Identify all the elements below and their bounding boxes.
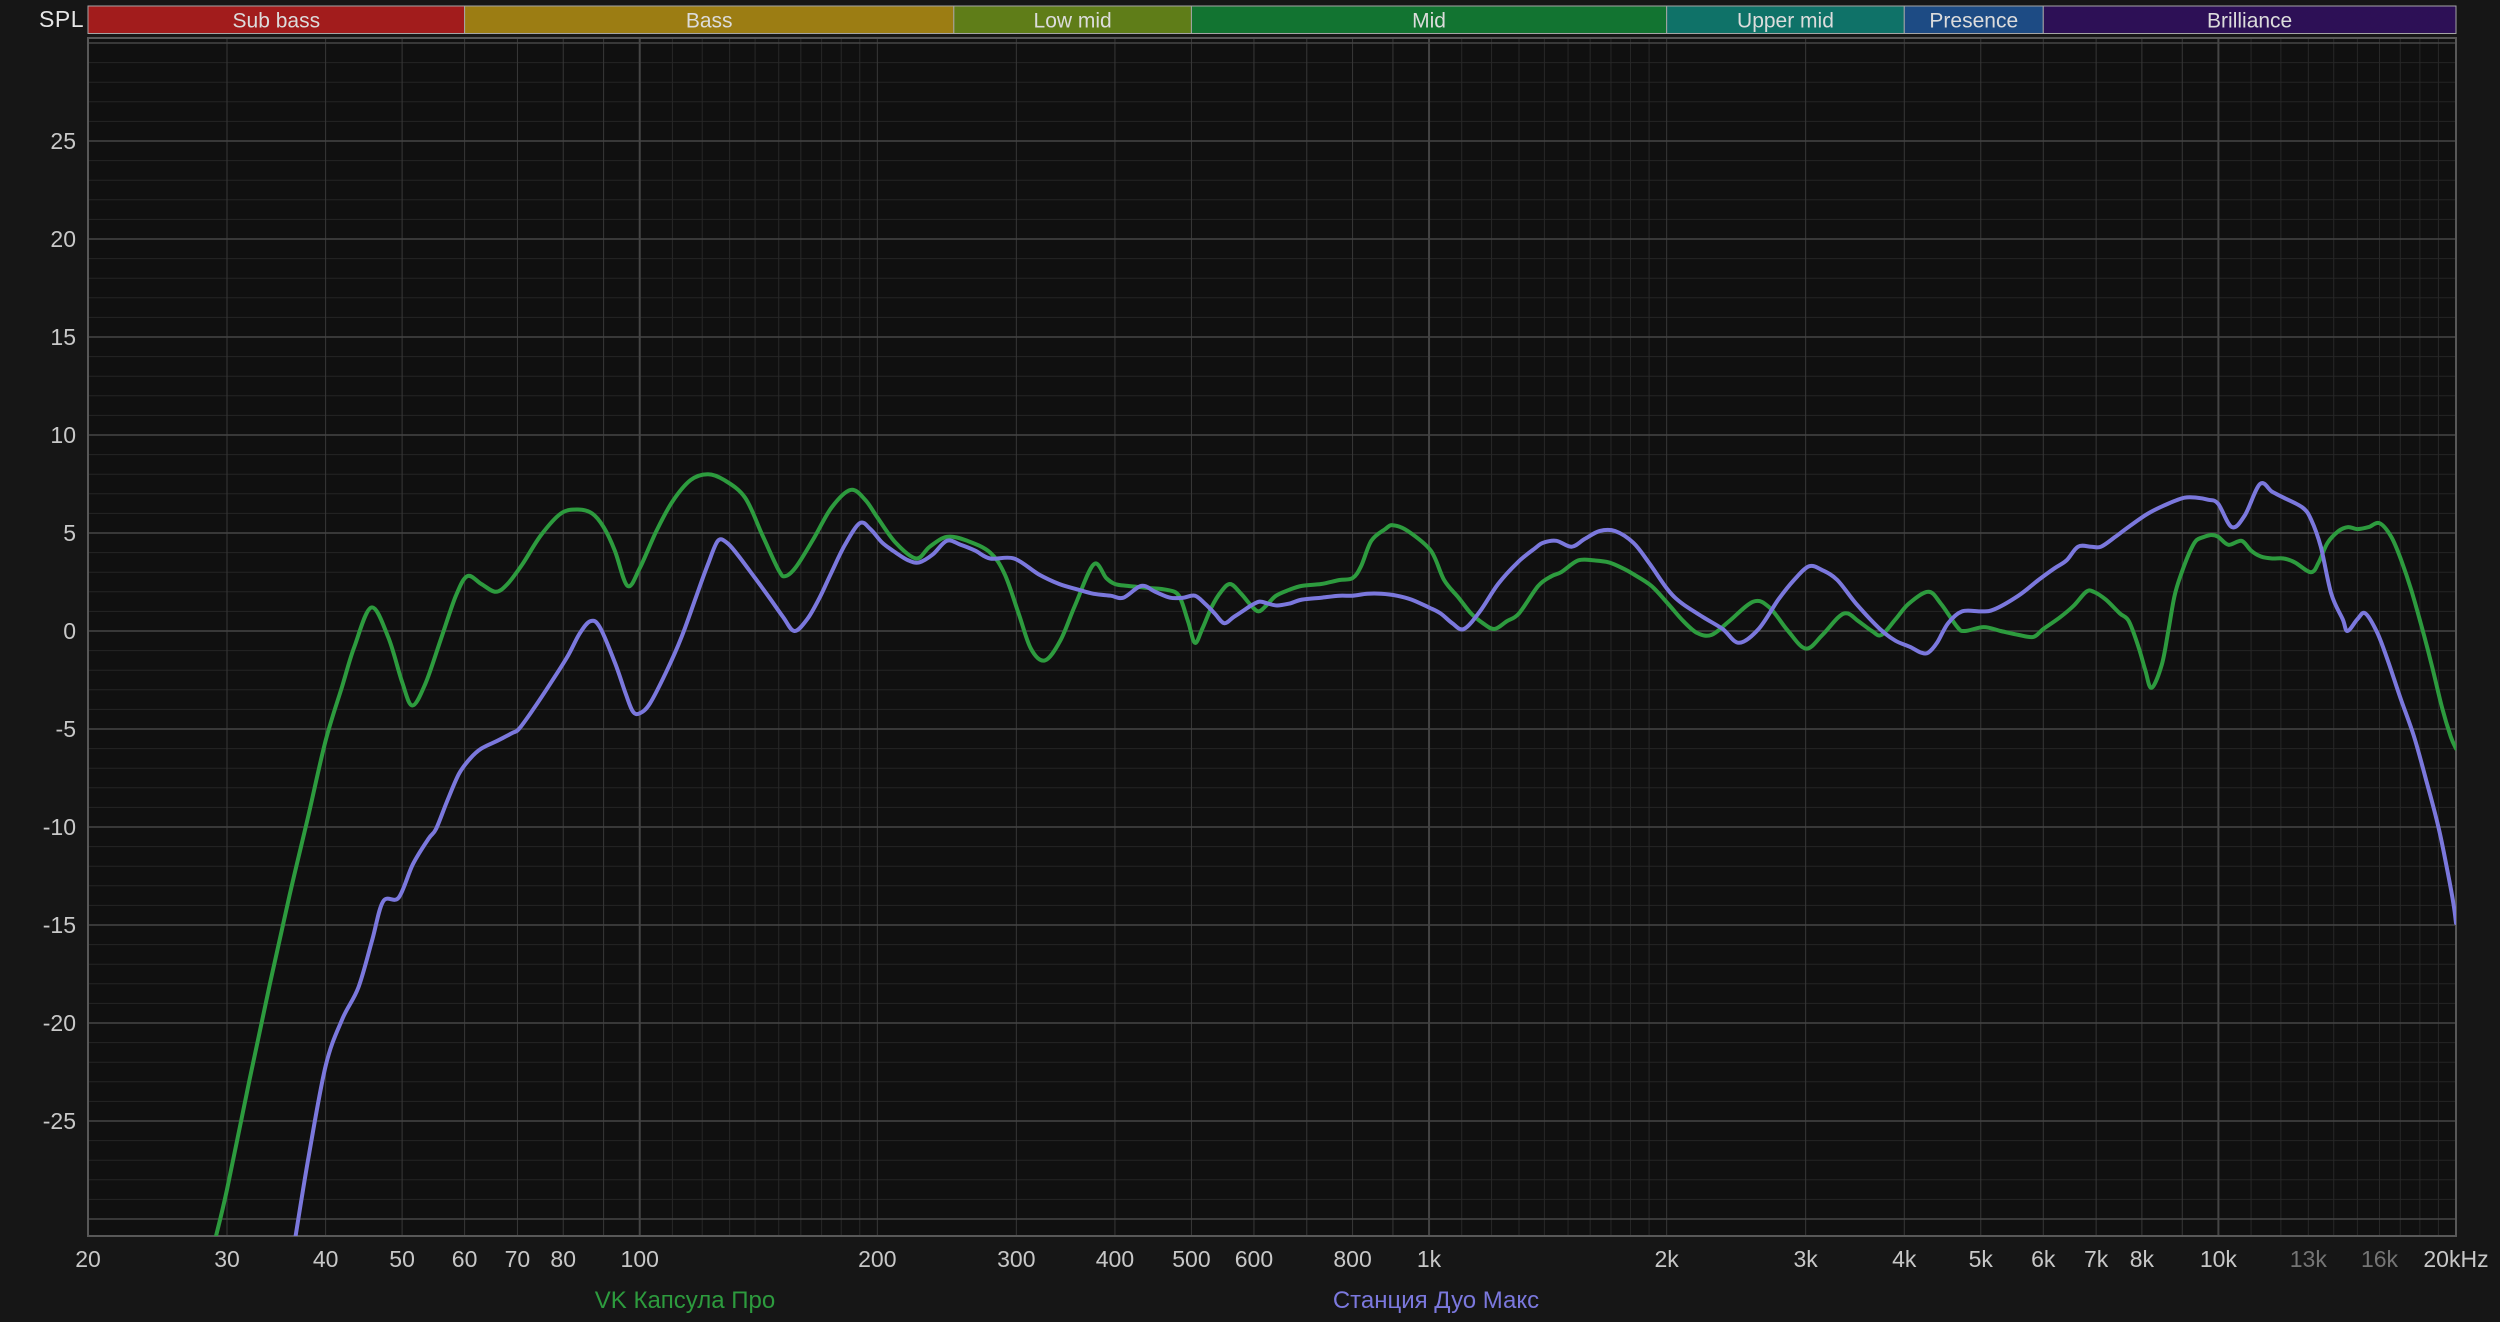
- spl-axis-title: SPL: [0, 6, 84, 33]
- frequency-response-page: Sub bass Bass Low mid Mid Upper mid Presence B…: [0, 0, 2500, 1322]
- x-tick-label-20kHz: 20kHz: [2423, 1246, 2488, 1272]
- y-tick-label--5: -5: [56, 716, 76, 742]
- y-tick-label-15: 15: [50, 324, 76, 350]
- band-label-upper-mid: Upper mid: [1737, 9, 1834, 32]
- x-tick-label-40: 40: [313, 1246, 339, 1272]
- x-tick-label-300: 300: [997, 1246, 1035, 1272]
- y-tick-label--20: -20: [43, 1010, 76, 1036]
- legend-item-stantsiya-duo-maks[interactable]: Станция Дуо Макс: [1333, 1287, 1539, 1315]
- x-tick-label-4k: 4k: [1892, 1246, 1917, 1272]
- x-tick-label-70: 70: [505, 1246, 531, 1272]
- x-tick-label-60: 60: [452, 1246, 478, 1272]
- x-tick-label-5k: 5k: [1969, 1246, 1994, 1272]
- x-tick-label-2k: 2k: [1655, 1246, 1680, 1272]
- x-tick-label-800: 800: [1333, 1246, 1371, 1272]
- x-tick-label-200: 200: [858, 1246, 896, 1272]
- x-tick-label-600: 600: [1235, 1246, 1273, 1272]
- y-tick-label-25: 25: [50, 128, 76, 154]
- x-tick-label-500: 500: [1172, 1246, 1210, 1272]
- legend-item-vk-kapsula-pro[interactable]: VK Капсула Про: [595, 1287, 775, 1315]
- band-label-presence: Presence: [1929, 9, 2018, 32]
- y-tick-label--15: -15: [43, 912, 76, 938]
- y-tick-label--25: -25: [43, 1108, 76, 1134]
- x-tick-label-100: 100: [621, 1246, 659, 1272]
- x-tick-label-13k: 13k: [2290, 1246, 2328, 1272]
- y-tick-label-5: 5: [63, 520, 76, 546]
- band-label-mid: Mid: [1412, 9, 1446, 32]
- band-label-brilliance: Brilliance: [2207, 9, 2292, 32]
- y-tick-label--10: -10: [43, 814, 76, 840]
- y-tick-label-0: 0: [63, 618, 76, 644]
- y-tick-label-20: 20: [50, 226, 76, 252]
- x-tick-label-80: 80: [550, 1246, 576, 1272]
- frequency-response-chart: Sub bass Bass Low mid Mid Upper mid Presence B…: [0, 0, 2500, 1322]
- band-label-bass: Bass: [686, 9, 733, 32]
- x-tick-label-30: 30: [214, 1246, 240, 1272]
- x-tick-label-20: 20: [75, 1246, 101, 1272]
- x-tick-label-6k: 6k: [2031, 1246, 2056, 1272]
- x-tick-label-10k: 10k: [2200, 1246, 2238, 1272]
- x-tick-label-400: 400: [1096, 1246, 1134, 1272]
- x-tick-label-50: 50: [389, 1246, 415, 1272]
- x-tick-label-16k: 16k: [2361, 1246, 2399, 1272]
- x-tick-label-3k: 3k: [1794, 1246, 1819, 1272]
- y-tick-label-10: 10: [50, 422, 76, 448]
- band-label-low-mid: Low mid: [1034, 9, 1112, 32]
- x-tick-label-8k: 8k: [2130, 1246, 2155, 1272]
- x-tick-label-1k: 1k: [1417, 1246, 1442, 1272]
- x-tick-label-7k: 7k: [2084, 1246, 2109, 1272]
- band-label-sub-bass: Sub bass: [233, 9, 321, 32]
